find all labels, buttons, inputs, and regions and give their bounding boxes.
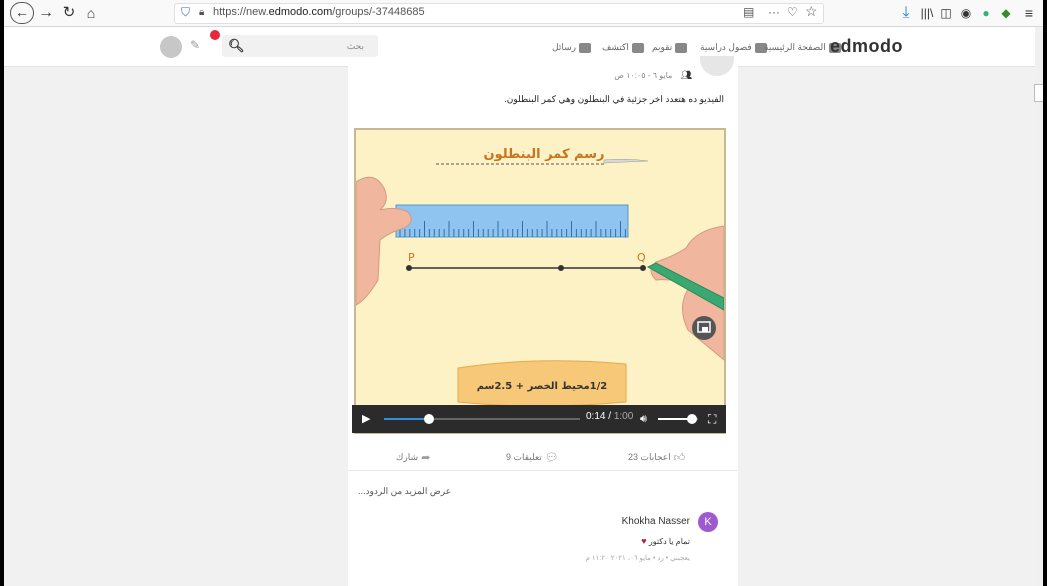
more-icon[interactable]: ··· xyxy=(768,5,780,19)
video-frame: رسم كمر البنطلون P Q 1/2محيط الخصر + 2.5… xyxy=(356,147,724,407)
point-p-dot xyxy=(406,265,412,271)
fullscreen-icon[interactable]: ⛶ xyxy=(708,410,716,428)
extension-icon-2[interactable]: ◆ xyxy=(999,3,1013,23)
ruler xyxy=(395,204,629,238)
extension-icon[interactable]: ● xyxy=(979,3,993,23)
user-avatar[interactable] xyxy=(160,36,182,58)
nav-calendar[interactable]: تقويم xyxy=(652,42,688,53)
volume-icon[interactable]: 🔊︎ xyxy=(640,410,647,428)
search-icon[interactable]: 🔍︎ xyxy=(228,38,245,54)
nav-messages[interactable]: رسائل xyxy=(552,42,591,53)
post-timestamp: مايو ٦ - ١٠:٠٥ ص 👥︎ xyxy=(614,70,692,80)
comment-author[interactable]: Khokha Nasser xyxy=(622,516,690,527)
address-bar[interactable]: ⛉ 🔒︎ https://new.edmodo.com/groups/-3744… xyxy=(174,3,824,24)
browser-window: ← → ↻ ⌂ ⛉ 🔒︎ https://new.edmodo.com/grou… xyxy=(4,0,1043,586)
post-text: الفيديو ده هتعدد اخر جزئية في البنطلون و… xyxy=(504,94,724,104)
notifications-icon[interactable]: ✎ xyxy=(190,38,206,56)
like-button[interactable]: 23 اعجابات 👍︎ xyxy=(628,451,685,464)
point-q-dot xyxy=(640,265,646,271)
like-icon: 👍︎ xyxy=(673,452,686,464)
shield-icon[interactable]: ⛉ xyxy=(181,5,190,20)
menu-icon[interactable]: ≡ xyxy=(1022,3,1036,23)
formula-text: 1/2محيط الخصر + 2.5سم xyxy=(477,381,608,392)
search-box[interactable]: 🔍︎ بحث xyxy=(222,35,378,57)
point-p-label: P xyxy=(408,251,415,264)
post-actions: شارك ➦ 9 تعليقات 💬︎ 23 اعجابات 👍︎ xyxy=(348,442,738,471)
notification-badge xyxy=(210,30,220,40)
heart-icon: ♥ xyxy=(641,536,647,546)
reader-icon[interactable]: ▤ xyxy=(743,5,754,19)
scrollbar[interactable] xyxy=(1035,27,1043,586)
forward-button[interactable]: → xyxy=(37,3,55,23)
account-icon[interactable]: ◉ xyxy=(959,3,973,23)
comment-meta[interactable]: يعجبني • رد • مايو ٠٦، ٢٠٢١ ١١:٢٠ م xyxy=(586,554,691,562)
site-header: ✎ 🔍︎ بحث رسائل اكتشف تقويم فصول دراسية ا… xyxy=(4,27,1035,67)
time-display: 0:14 / 1:00 xyxy=(586,411,634,422)
nav-discover[interactable]: اكتشف xyxy=(602,42,644,53)
video-title: رسم كمر البنطلون xyxy=(483,147,604,162)
bookmark-star-icon[interactable]: ☆ xyxy=(805,3,818,20)
download-icon[interactable]: ⤓ xyxy=(899,3,913,23)
video-player[interactable]: رسم كمر البنطلون P Q 1/2محيط الخصر + 2.5… xyxy=(354,128,726,434)
comment-avatar[interactable]: K xyxy=(698,512,718,532)
discover-icon xyxy=(631,42,644,53)
calendar-icon xyxy=(675,42,688,53)
share-icon: ➦ xyxy=(421,452,431,464)
nav-classes[interactable]: فصول دراسية xyxy=(700,42,767,53)
comments-button[interactable]: 9 تعليقات 💬︎ xyxy=(506,451,559,464)
library-icon[interactable]: |||\ xyxy=(919,3,935,23)
browser-toolbar: ← → ↻ ⌂ ⛉ 🔒︎ https://new.edmodo.com/grou… xyxy=(4,0,1043,27)
lock-icon[interactable]: 🔒︎ xyxy=(199,7,204,18)
share-button[interactable]: شارك ➦ xyxy=(396,451,430,464)
seek-bar[interactable] xyxy=(384,414,580,424)
seek-handle[interactable] xyxy=(424,414,435,424)
reload-button[interactable]: ↻ xyxy=(60,3,78,23)
comment-text: تمام يا دكتور ♥ xyxy=(641,536,690,546)
volume-handle[interactable] xyxy=(687,414,697,424)
messages-icon xyxy=(578,42,591,53)
home-button[interactable]: ⌂ xyxy=(82,3,100,23)
left-hand xyxy=(356,176,412,306)
url-text[interactable]: https://new.edmodo.com/groups/-37448685 xyxy=(213,6,425,18)
seek-progress xyxy=(384,418,430,420)
post-author-avatar[interactable] xyxy=(700,56,734,76)
show-more-replies-link[interactable]: عرض المزيد من الردود... xyxy=(358,486,451,497)
scrollbar-thumb[interactable] xyxy=(1034,84,1043,102)
post-card: مايو ٦ - ١٠:٠٥ ص 👥︎ الفيديو ده هتعدد اخر… xyxy=(348,56,738,586)
volume-bar[interactable] xyxy=(658,414,698,424)
video-controls: ▶ 0:14 / 1:00 🔊︎ ⛶ xyxy=(352,405,726,433)
pen-stroke xyxy=(603,158,649,164)
sidebar-icon[interactable]: ◫ xyxy=(939,3,953,23)
group-icon: 👥︎ xyxy=(680,70,692,80)
edmodo-logo[interactable]: edmodo xyxy=(830,36,903,57)
midpoint-dot xyxy=(558,265,564,271)
pocket-icon[interactable]: ♡ xyxy=(787,5,798,19)
play-button[interactable]: ▶ xyxy=(362,410,370,428)
point-q-label: Q xyxy=(637,251,646,264)
comment-icon: 💬︎ xyxy=(544,452,559,464)
search-placeholder[interactable]: بحث xyxy=(347,41,364,52)
back-button[interactable]: ← xyxy=(10,2,34,24)
